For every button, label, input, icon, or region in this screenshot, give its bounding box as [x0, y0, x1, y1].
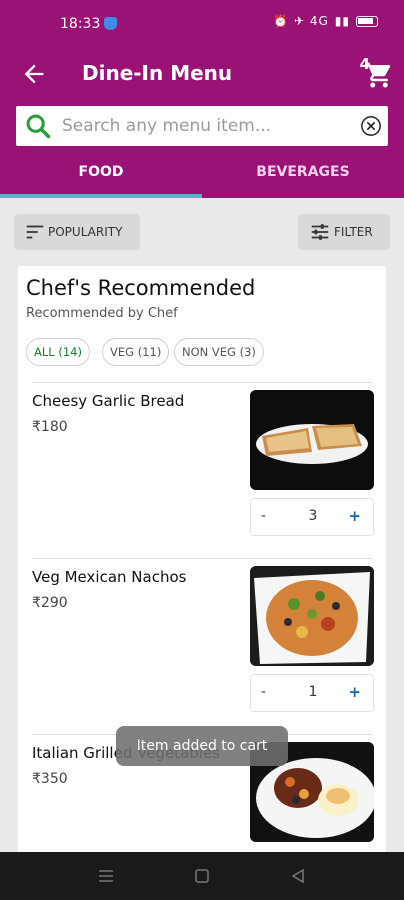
- item-name: Cheesy Garlic Bread: [32, 392, 185, 410]
- back-button[interactable]: [20, 60, 48, 88]
- system-nav-bar: [0, 852, 404, 900]
- cart-button[interactable]: [364, 60, 394, 90]
- app-bar: Dine-In Menu 4 FOOD BEVERAGES: [0, 44, 404, 198]
- status-bar: 18:33 ⏰ ✈ 4G ▮▮: [0, 0, 404, 44]
- chip-veg[interactable]: VEG (11): [102, 338, 170, 366]
- chip-non-veg[interactable]: NON VEG (3): [174, 338, 264, 366]
- toast-message: Item added to cart: [116, 726, 288, 766]
- back-triangle-icon[interactable]: [290, 868, 306, 884]
- item-image-nachos: [250, 566, 374, 666]
- battery-icon: [356, 15, 378, 27]
- search-icon: [26, 114, 51, 139]
- search-bar: [16, 106, 388, 146]
- item-price: ₹350: [32, 771, 68, 787]
- item-price: ₹290: [32, 595, 68, 611]
- garlic-bread-illustration: [250, 390, 374, 490]
- back-arrow-icon: [24, 64, 44, 84]
- decrease-button[interactable]: -: [261, 508, 266, 524]
- recommended-card: Chef's Recommended Recommended by Chef A…: [18, 266, 386, 856]
- sort-icon: [26, 225, 44, 239]
- decrease-button[interactable]: -: [261, 684, 266, 700]
- home-icon[interactable]: [194, 868, 210, 884]
- filter-sliders-icon: [311, 224, 329, 240]
- sort-label: POPULARITY: [48, 225, 123, 239]
- status-indicators-text: ⏰ ✈ 4G: [273, 14, 329, 28]
- divider: [32, 558, 372, 559]
- nachos-illustration: [250, 566, 374, 666]
- status-time: 18:33: [60, 16, 101, 32]
- item-name: Veg Mexican Nachos: [32, 568, 187, 586]
- section-subtitle: Recommended by Chef: [26, 306, 178, 321]
- tab-beverages[interactable]: BEVERAGES: [202, 152, 404, 198]
- page-title: Dine-In Menu: [82, 61, 233, 85]
- section-title: Chef's Recommended: [26, 276, 256, 300]
- recent-apps-icon[interactable]: [98, 868, 114, 884]
- filter-button[interactable]: FILTER: [298, 214, 390, 250]
- shield-icon: [104, 17, 117, 30]
- divider: [32, 382, 372, 383]
- cart-icon: [365, 62, 391, 88]
- item-image-garlic-bread: [250, 390, 374, 490]
- signal-icon: ▮▮: [334, 14, 350, 28]
- chip-all[interactable]: ALL (14): [26, 338, 90, 366]
- status-indicators: ⏰ ✈ 4G ▮▮: [273, 14, 378, 28]
- sort-button[interactable]: POPULARITY: [14, 214, 140, 250]
- increase-button[interactable]: +: [348, 683, 361, 701]
- quantity-stepper: - 3 +: [250, 498, 374, 536]
- quantity-stepper: - 1 +: [250, 674, 374, 712]
- clear-search-icon[interactable]: [360, 115, 382, 137]
- tab-active-indicator: [0, 194, 202, 198]
- filter-label: FILTER: [334, 225, 373, 239]
- item-price: ₹180: [32, 419, 68, 435]
- tab-food[interactable]: FOOD: [0, 152, 202, 198]
- increase-button[interactable]: +: [348, 507, 361, 525]
- search-input[interactable]: [62, 106, 352, 146]
